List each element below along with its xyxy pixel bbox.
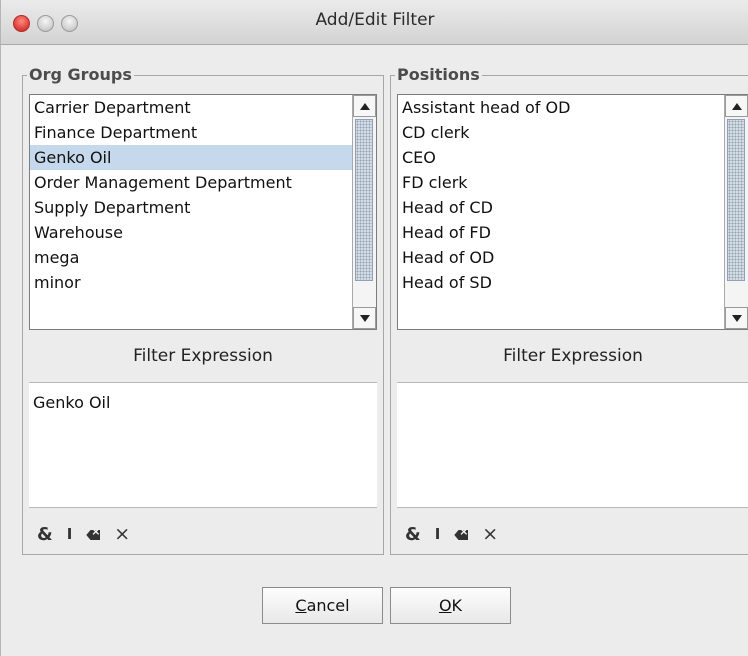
scroll-up-button[interactable] bbox=[353, 95, 376, 117]
arrow-up-icon bbox=[360, 103, 370, 110]
list-item[interactable]: CD clerk bbox=[398, 120, 724, 145]
or-operator-button[interactable]: I bbox=[435, 525, 441, 543]
positions-list[interactable]: Assistant head of OD CD clerk CEO FD cle… bbox=[397, 94, 748, 330]
list-item[interactable]: FD clerk bbox=[398, 170, 724, 195]
or-operator-button[interactable]: I bbox=[67, 525, 73, 543]
filter-expression-header: Filter Expression bbox=[133, 346, 273, 366]
positions-label: Positions bbox=[395, 65, 482, 84]
clear-button[interactable]: × bbox=[482, 523, 498, 545]
list-item[interactable]: Genko Oil bbox=[30, 145, 352, 170]
cancel-button[interactable]: Cancel bbox=[262, 587, 383, 624]
arrow-down-icon bbox=[360, 315, 370, 322]
clear-button[interactable]: × bbox=[114, 523, 130, 545]
ok-mnemonic: O bbox=[438, 596, 452, 615]
positions-panel: Positions Assistant head of OD CD clerk … bbox=[390, 65, 748, 555]
filter-expression-field[interactable] bbox=[397, 382, 748, 508]
list-item[interactable]: Supply Department bbox=[30, 195, 352, 220]
title-bar: Add/Edit Filter bbox=[1, 0, 748, 45]
list-item[interactable]: Head of OD bbox=[398, 245, 724, 270]
filter-expression-header: Filter Expression bbox=[503, 346, 643, 366]
scroll-up-button[interactable] bbox=[725, 95, 748, 117]
org-groups-panel: Org Groups Carrier Department Finance De… bbox=[22, 65, 384, 555]
org-groups-scrollbar[interactable] bbox=[352, 95, 376, 329]
list-item[interactable]: Order Management Department bbox=[30, 170, 352, 195]
list-item[interactable]: Warehouse bbox=[30, 220, 352, 245]
list-item[interactable]: mega bbox=[30, 245, 352, 270]
backspace-icon[interactable] bbox=[454, 530, 469, 540]
scroll-down-button[interactable] bbox=[725, 307, 748, 329]
list-item[interactable]: CEO bbox=[398, 145, 724, 170]
filter-tools: & I × bbox=[37, 521, 144, 547]
positions-scrollbar[interactable] bbox=[724, 95, 748, 329]
window-title: Add/Edit Filter bbox=[315, 10, 435, 30]
list-item[interactable]: minor bbox=[30, 270, 352, 295]
and-operator-button[interactable]: & bbox=[37, 524, 53, 545]
list-item[interactable]: Head of FD bbox=[398, 220, 724, 245]
scroll-thumb[interactable] bbox=[355, 119, 373, 281]
scroll-thumb[interactable] bbox=[727, 119, 745, 281]
backspace-icon[interactable] bbox=[86, 530, 101, 540]
ok-button[interactable]: OK bbox=[390, 587, 511, 624]
scroll-down-button[interactable] bbox=[353, 307, 376, 329]
org-groups-label: Org Groups bbox=[27, 65, 134, 84]
and-operator-button[interactable]: & bbox=[405, 524, 421, 545]
list-item[interactable]: Head of CD bbox=[398, 195, 724, 220]
arrow-down-icon bbox=[732, 315, 742, 322]
cancel-label: ancel bbox=[306, 596, 350, 615]
filter-expression-field[interactable]: Genko Oil bbox=[29, 382, 377, 508]
list-item[interactable]: Carrier Department bbox=[30, 95, 352, 120]
ok-label: K bbox=[451, 596, 463, 615]
add-edit-filter-dialog: Add/Edit Filter Org Groups Carrier Depar… bbox=[0, 0, 748, 656]
arrow-up-icon bbox=[732, 103, 742, 110]
filter-tools: & I × bbox=[405, 521, 512, 547]
list-item[interactable]: Assistant head of OD bbox=[398, 95, 724, 120]
org-groups-list[interactable]: Carrier Department Finance Department Ge… bbox=[29, 94, 377, 330]
list-item[interactable]: Finance Department bbox=[30, 120, 352, 145]
list-item[interactable]: Head of SD bbox=[398, 270, 724, 295]
cancel-mnemonic: C bbox=[295, 596, 307, 615]
